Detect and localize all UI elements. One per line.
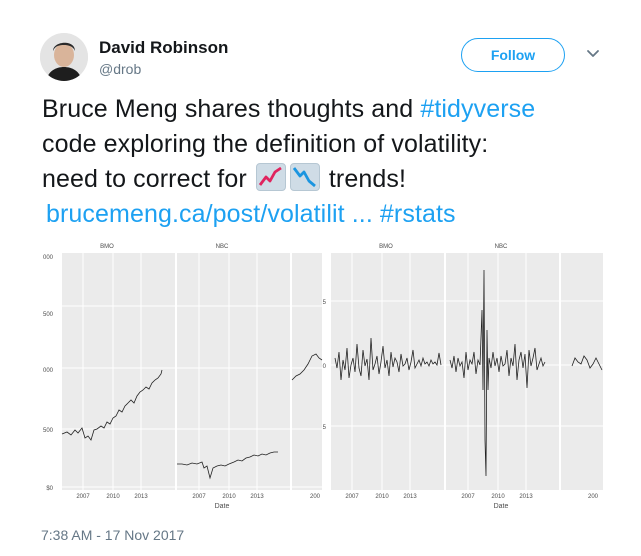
x-tick-label: 2007 — [461, 494, 475, 500]
tweet-line-1: Bruce Meng shares thoughts and #tidyvers… — [42, 92, 602, 127]
avatar[interactable] — [40, 33, 88, 81]
user-name[interactable]: David Robinson — [99, 38, 228, 58]
x-tick-label: 2007 — [345, 494, 359, 500]
price-chart: BMO NBC 000 500 000 500 $0 2007 2010 201… — [43, 244, 323, 510]
facet-label-bmo: BMO — [100, 244, 114, 250]
tweet-text-segment: trends! — [321, 165, 407, 193]
x-tick-label: 2010 — [375, 494, 389, 500]
tweet-line-2: code exploring the definition of volatil… — [42, 130, 489, 158]
tweet-text-segment: Bruce Meng shares thoughts and — [42, 95, 421, 123]
x-tick-label: 2013 — [134, 494, 148, 500]
chart-image: BMO NBC 000 500 000 500 $0 2007 2010 201… — [34, 240, 603, 518]
tweet-text: Bruce Meng shares thoughts and #tidyvers… — [42, 92, 602, 232]
x-tick-label: 200 — [588, 494, 599, 500]
x-axis-label: Date — [215, 503, 230, 510]
x-axis-label: Date — [494, 503, 509, 510]
facet-panel-bmo-vol — [331, 253, 444, 490]
hashtag-rstats-link[interactable]: #rstats — [380, 200, 456, 228]
tweet-line-3: need to correct for trends! — [42, 162, 602, 197]
y-tick-label: 500 — [43, 428, 54, 434]
x-tick-label: 200 — [310, 494, 321, 500]
facet-panel-third — [292, 253, 322, 490]
article-link[interactable]: brucemeng.ca/post/volatilit ... — [46, 200, 373, 228]
tweet-text-segment: need to correct for — [42, 165, 254, 193]
chart-decreasing-emoji-icon — [289, 163, 320, 191]
y-tick-label: 000 — [43, 255, 54, 261]
chart-increasing-emoji-icon — [255, 163, 286, 191]
x-tick-label: 2010 — [222, 494, 236, 500]
facet-panel-third-vol — [561, 253, 603, 490]
x-tick-label: 2007 — [192, 494, 206, 500]
avatar-photo — [40, 33, 88, 81]
y-tick-label: $0 — [46, 486, 53, 492]
tweet-line-4: brucemeng.ca/post/volatilit ... #rstats — [46, 197, 602, 232]
x-tick-label: 2013 — [250, 494, 264, 500]
user-handle[interactable]: @drob — [99, 61, 141, 77]
x-tick-label: 2013 — [519, 494, 533, 500]
y-tick-label: 500 — [43, 312, 54, 318]
y-tick-label: 000 — [43, 368, 54, 374]
x-tick-label: 2010 — [491, 494, 505, 500]
x-tick-label: 2007 — [76, 494, 90, 500]
tweet-card: David Robinson @drob Follow Bruce Meng s… — [0, 0, 641, 556]
tweet-media-image[interactable]: BMO NBC 000 500 000 500 $0 2007 2010 201… — [34, 240, 603, 518]
chevron-down-icon[interactable] — [586, 48, 600, 60]
facet-panel-bmo — [62, 253, 175, 490]
x-tick-label: 2010 — [106, 494, 120, 500]
facet-label-bmo-vol: BMO — [379, 244, 393, 250]
facet-label-nbc: NBC — [216, 244, 229, 250]
follow-button[interactable]: Follow — [461, 38, 565, 72]
x-tick-label: 2013 — [403, 494, 417, 500]
facet-panel-nbc — [177, 253, 290, 490]
hashtag-tidyverse-link[interactable]: #tidyverse — [420, 95, 535, 123]
tweet-timestamp[interactable]: 7:38 AM - 17 Nov 2017 — [41, 527, 184, 543]
facet-label-nbc-vol: NBC — [495, 244, 508, 250]
